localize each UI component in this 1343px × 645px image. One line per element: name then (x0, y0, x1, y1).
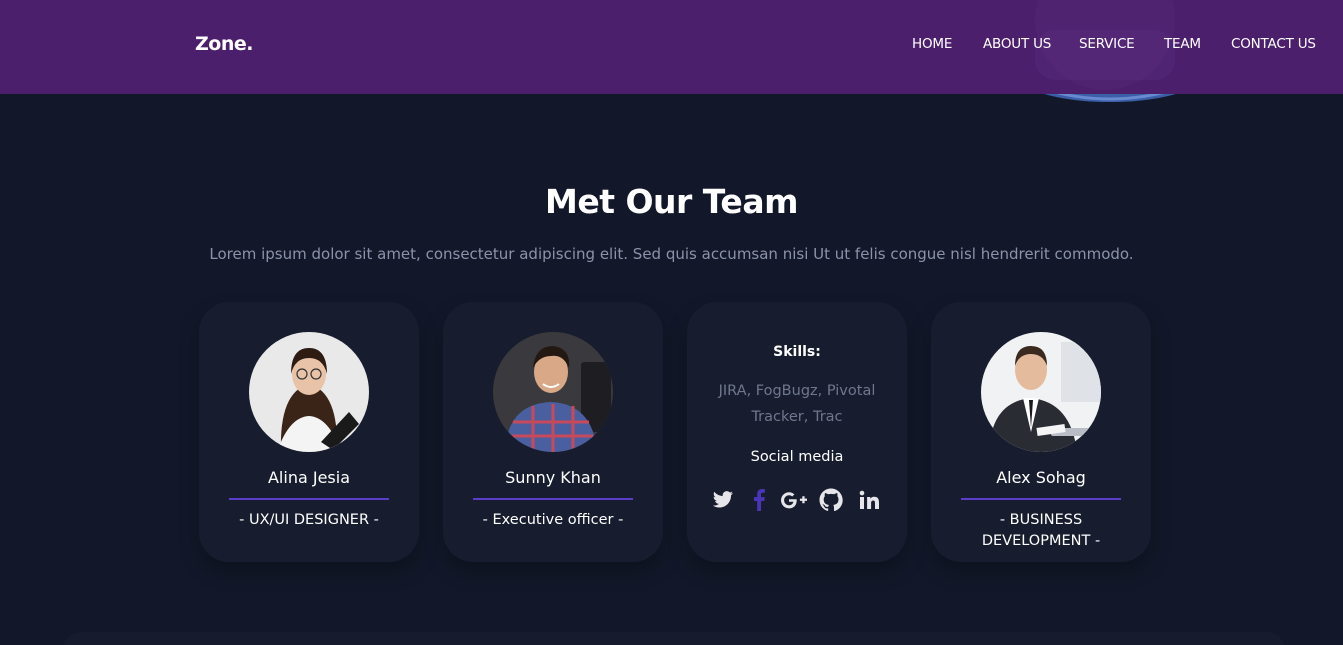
name-divider (473, 498, 633, 500)
member-name: Sunny Khan (505, 468, 601, 487)
member-name: Alina Jesia (267, 468, 350, 487)
linkedin-icon[interactable] (855, 486, 883, 514)
team-card-alina: Alina Jesia - UX/UI DESIGNER - (199, 302, 419, 562)
name-divider (961, 498, 1121, 500)
next-section-panel (62, 632, 1286, 645)
member-name: Alex Sohag (996, 468, 1086, 487)
github-icon[interactable] (817, 486, 845, 514)
nav-home[interactable]: HOME (912, 36, 952, 52)
team-card-sunny: Sunny Khan - Executive officer - (443, 302, 663, 562)
member-role: - UX/UI DESIGNER - (239, 512, 379, 528)
member-role: - Executive officer - (482, 512, 624, 528)
skills-card: Skills: JIRA, FogBugz, Pivotal Tracker, … (687, 302, 907, 562)
team-card-alex: Alex Sohag - BUSINESS DEVELOPMENT - (931, 302, 1151, 562)
twitter-icon[interactable] (709, 486, 737, 514)
member-role: - BUSINESS DEVELOPMENT - (981, 512, 1101, 549)
logo[interactable]: Zone. (195, 33, 253, 55)
nav-about-us[interactable]: ABOUT US (983, 36, 1051, 52)
skills-text: JIRA, FogBugz, Pivotal Tracker, Trac (718, 383, 876, 425)
avatar (981, 332, 1101, 452)
site-header: Zone. HOME ABOUT US SERVICE TEAM CONTACT… (0, 0, 1343, 94)
section-subtitle: Lorem ipsum dolor sit amet, consectetur … (209, 245, 1134, 263)
social-media-label: Social media (750, 449, 844, 465)
google-plus-icon[interactable] (780, 486, 808, 514)
avatar (493, 332, 613, 452)
avatar (249, 332, 369, 452)
nav-contact-us[interactable]: CONTACT US (1231, 36, 1316, 52)
social-links (709, 486, 885, 514)
nav-team[interactable]: TEAM (1164, 36, 1201, 52)
facebook-icon[interactable] (745, 486, 773, 514)
section-title: Met Our Team (545, 182, 798, 221)
nav-service[interactable]: SERVICE (1079, 36, 1135, 52)
skills-label: Skills: (773, 344, 821, 360)
name-divider (229, 498, 389, 500)
